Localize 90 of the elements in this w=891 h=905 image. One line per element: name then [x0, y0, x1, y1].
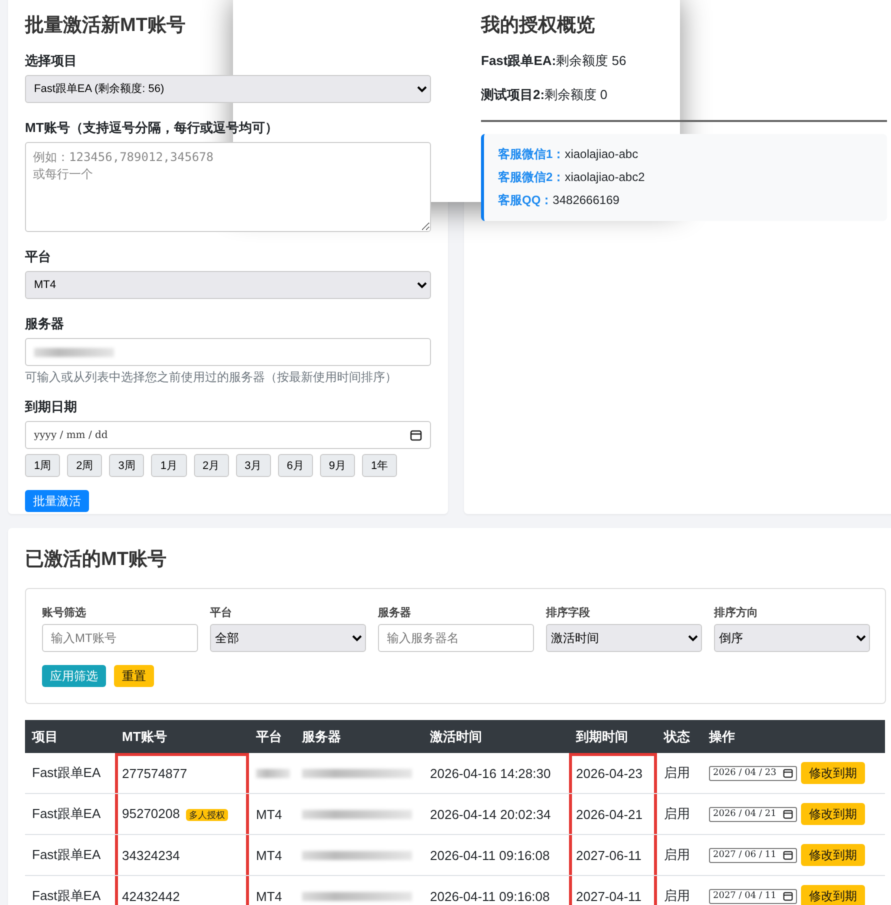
table-cell: 启用: [657, 834, 702, 876]
filter-label: 排序字段: [546, 606, 591, 620]
duration-button[interactable]: 2月: [194, 454, 229, 477]
edit-expiry-button[interactable]: 修改到期: [801, 844, 865, 866]
table-cell: Fast跟单EA: [25, 753, 115, 794]
quota-text: 剩余额度 56: [556, 53, 626, 68]
accounts-textarea[interactable]: 例如：123456,789012,345678 或每行一个: [25, 142, 431, 232]
calendar-icon: [783, 850, 793, 860]
quota-name: Fast跟单EA:: [481, 53, 556, 68]
filter-label: 账号筛选: [42, 606, 87, 620]
filter-input[interactable]: 输入MT账号: [42, 624, 198, 652]
project-select[interactable]: Fast跟单EA (剩余额度: 56): [25, 75, 431, 103]
table-cell: 启用: [657, 753, 702, 794]
duration-button[interactable]: 6月: [278, 454, 313, 477]
column-header: 到期时间: [569, 720, 657, 753]
filter-label: 服务器: [378, 606, 412, 620]
column-header: MT账号: [115, 720, 249, 753]
table-cell: Fast跟单EA: [25, 876, 115, 905]
table-cell: 2026-04-11 09:16:08: [423, 834, 569, 876]
server-input[interactable]: [25, 338, 431, 366]
table-cell: 2027-04-11: [569, 876, 657, 905]
calendar-icon: [783, 768, 793, 778]
column-header: 服务器: [295, 720, 423, 753]
table-cell: 42432442: [122, 888, 180, 904]
table-cell: Fast跟单EA: [25, 834, 115, 876]
calendar-icon: [410, 429, 422, 441]
contact-value: xiaolajiao-abc: [564, 147, 638, 161]
filter-input[interactable]: 输入服务器名: [378, 624, 534, 652]
calendar-icon: [783, 809, 793, 819]
filter-select[interactable]: 倒序: [714, 624, 870, 652]
duration-button[interactable]: 1周: [25, 454, 60, 477]
platform-select[interactable]: MT4: [25, 271, 431, 299]
quota-name: 测试项目2:: [481, 87, 545, 102]
filter-select[interactable]: 全部: [210, 624, 366, 652]
filter-label: 平台: [210, 606, 233, 620]
table-cell: MT4: [256, 848, 282, 862]
table-cell: 277574877: [122, 766, 188, 780]
table-cell: MT4: [256, 806, 282, 822]
table-cell: 2026-04-16 14:28:30: [423, 753, 569, 794]
field-label: 选择项目: [25, 52, 78, 70]
filter-label: 排序方向: [714, 606, 759, 620]
table-cell: 2026-04-23: [569, 753, 657, 794]
date-input[interactable]: 2027 / 04 / 11: [709, 888, 797, 904]
duration-button[interactable]: 1月: [151, 454, 186, 477]
date-input[interactable]: 2027 / 06 / 11: [709, 848, 797, 862]
column-header: 激活时间: [423, 720, 569, 753]
edit-expiry-button[interactable]: 修改到期: [801, 885, 865, 905]
table-cell: Fast跟单EA: [25, 794, 115, 834]
date-input[interactable]: yyyy / mm / dd: [25, 421, 431, 449]
table-cell: 启用: [657, 794, 702, 834]
duration-button[interactable]: 2周: [67, 454, 102, 477]
duration-button[interactable]: 3月: [236, 454, 271, 477]
table-cell: 2027-06-11: [569, 834, 657, 876]
field-label: 服务器: [25, 315, 65, 333]
card-title: 批量激活新MT账号: [25, 14, 186, 38]
card-title: 我的授权概览: [481, 14, 596, 38]
column-header: 操作: [702, 720, 885, 753]
help-text: 可输入或从列表中选择您之前使用过的服务器（按最新使用时间排序）: [25, 369, 398, 386]
contact-value: 3482666169: [552, 193, 620, 207]
contact-label: 客服微信2：: [498, 170, 565, 184]
quota-text: 剩余额度 0: [544, 87, 608, 102]
date-input[interactable]: 2026 / 04 / 21: [709, 806, 797, 822]
calendar-icon: [783, 891, 793, 901]
duration-button[interactable]: 3周: [109, 454, 144, 477]
date-input[interactable]: 2026 / 04 / 23: [709, 766, 797, 780]
table-cell: MT4: [256, 888, 282, 904]
edit-expiry-button[interactable]: 修改到期: [801, 762, 865, 784]
reset-button[interactable]: 重置: [114, 665, 154, 687]
contact-label: 客服QQ：: [498, 193, 553, 207]
field-label: 平台: [25, 248, 52, 266]
table-cell: 2026-04-11 09:16:08: [423, 876, 569, 905]
duration-button[interactable]: 1年: [362, 454, 398, 477]
field-label: 到期日期: [25, 398, 78, 416]
table-cell: 2026-04-14 20:02:34: [423, 794, 569, 834]
duration-button[interactable]: 9月: [320, 454, 355, 477]
column-header: 平台: [249, 720, 295, 753]
contact-label: 客服微信1：: [498, 147, 565, 161]
card-title: 已激活的MT账号: [25, 548, 168, 572]
column-header: 项目: [25, 720, 115, 753]
filter-select[interactable]: 激活时间: [546, 624, 702, 652]
table-cell: 95270208: [122, 806, 180, 821]
table-cell: 34324234: [122, 848, 180, 862]
table-cell: 2026-04-21: [569, 794, 657, 834]
multi-auth-badge: 多人授权: [186, 809, 228, 821]
column-header: 状态: [657, 720, 702, 753]
table-cell: 启用: [657, 876, 702, 905]
field-label: MT账号（支持逗号分隔，每行或逗号均可）: [25, 119, 279, 137]
contact-value: xiaolajiao-abc2: [564, 170, 645, 184]
edit-expiry-button[interactable]: 修改到期: [801, 803, 865, 825]
activate-button[interactable]: 批量激活: [25, 490, 89, 512]
